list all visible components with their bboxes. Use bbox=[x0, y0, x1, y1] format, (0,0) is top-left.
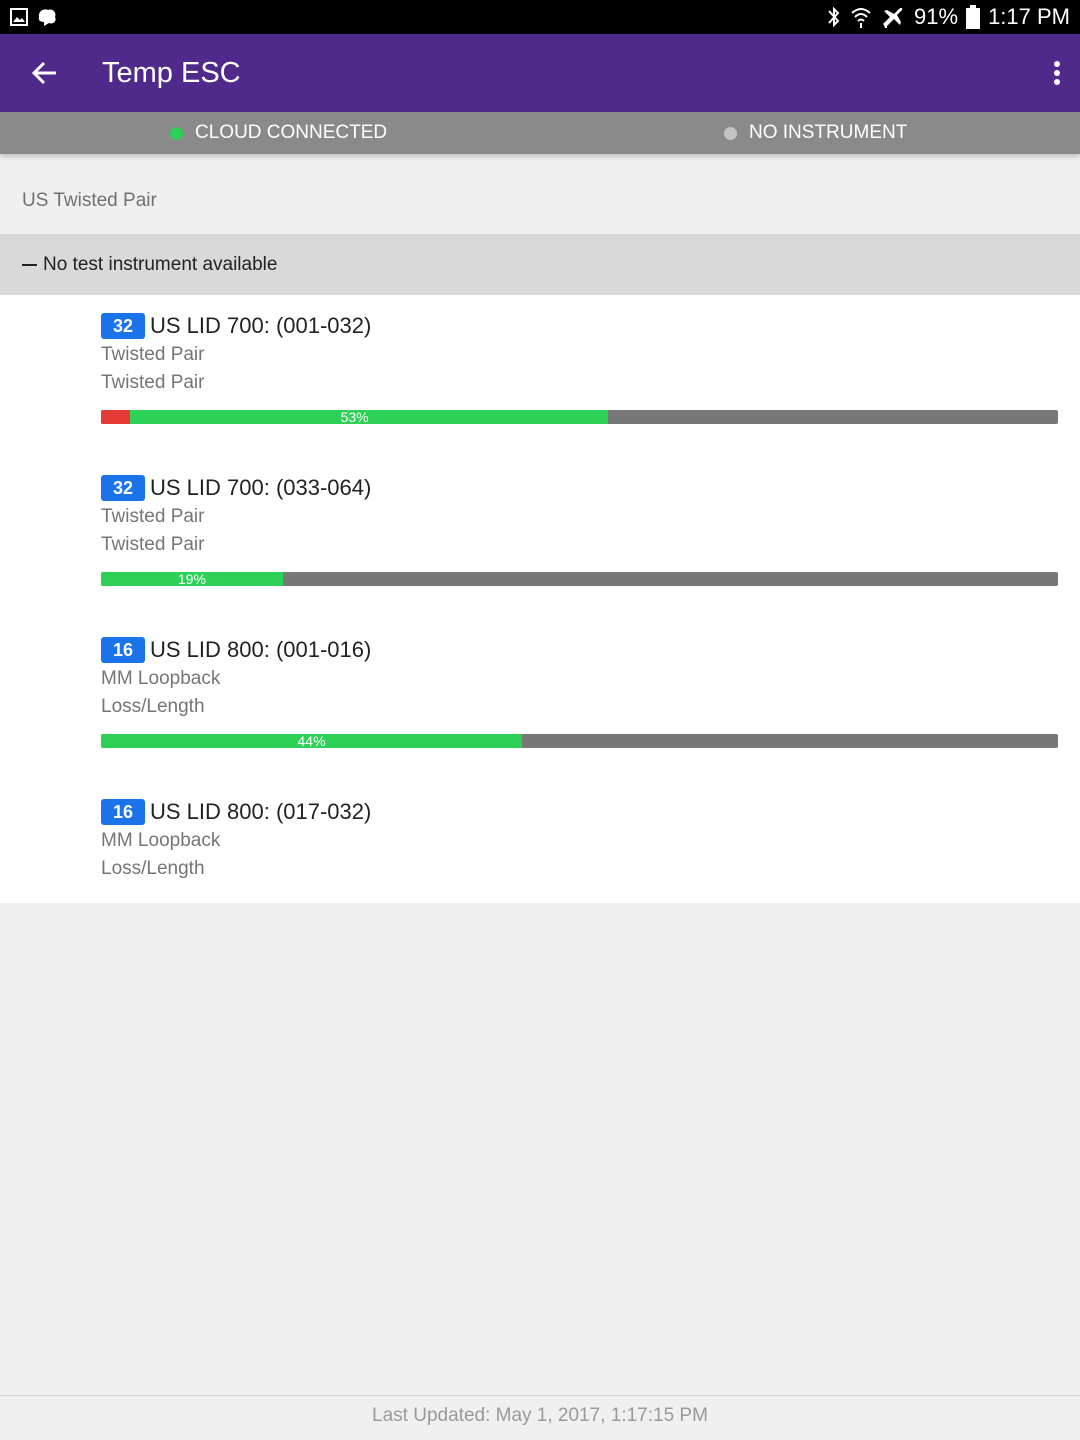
item-title: US LID 800: (001-016) bbox=[150, 637, 372, 662]
app-bar: Temp ESC bbox=[0, 34, 1080, 112]
airplane-mode-icon bbox=[880, 5, 906, 29]
status-bar: 91% 1:17 PM bbox=[0, 0, 1080, 34]
gallery-icon bbox=[10, 8, 28, 26]
cloud-status: CLOUD CONNECTED bbox=[170, 112, 387, 154]
count-badge: 32 bbox=[101, 313, 145, 339]
group-header-label: No test instrument available bbox=[43, 253, 278, 275]
project-list: 32 US LID 700: (001-032) Twisted Pair Tw… bbox=[0, 295, 1080, 903]
section-label: US Twisted Pair bbox=[22, 190, 157, 211]
progress-percent: 53% bbox=[340, 410, 369, 424]
instrument-status: NO INSTRUMENT bbox=[724, 112, 907, 154]
item-subtitle: Twisted Pair bbox=[101, 344, 205, 365]
item-subtitle: Twisted Pair bbox=[101, 506, 205, 527]
item-test-type: Twisted Pair bbox=[101, 372, 205, 393]
bluetooth-icon bbox=[826, 5, 842, 29]
cloud-status-label: CLOUD CONNECTED bbox=[195, 122, 388, 143]
instrument-status-label: NO INSTRUMENT bbox=[749, 122, 908, 143]
back-button[interactable] bbox=[0, 34, 90, 112]
page-title: Temp ESC bbox=[102, 56, 241, 89]
count-badge: 16 bbox=[101, 799, 145, 825]
progress-bar: 44% bbox=[101, 734, 1058, 748]
item-test-type: Twisted Pair bbox=[101, 534, 205, 555]
item-test-type: Loss/Length bbox=[101, 696, 205, 717]
progress-percent: 19% bbox=[177, 572, 206, 586]
count-badge: 16 bbox=[101, 637, 145, 663]
progress-fail-segment bbox=[101, 410, 130, 424]
item-title: US LID 800: (017-032) bbox=[150, 799, 372, 824]
item-subtitle: MM Loopback bbox=[101, 830, 221, 851]
progress-bar: 19% bbox=[101, 572, 1058, 586]
item-title-row: 32 US LID 700: (001-032) bbox=[101, 311, 1058, 341]
list-item[interactable]: 32 US LID 700: (001-032) Twisted Pair Tw… bbox=[101, 311, 1058, 424]
clock-time: 1:17 PM bbox=[988, 4, 1070, 29]
instrument-status-dot-icon bbox=[724, 126, 737, 140]
connection-status-bar: CLOUD CONNECTED NO INSTRUMENT bbox=[0, 112, 1080, 154]
item-title-row: 32 US LID 700: (033-064) bbox=[101, 473, 1058, 503]
item-test-type: Loss/Length bbox=[101, 858, 205, 879]
list-item[interactable]: 16 US LID 800: (001-016) MM Loopback Los… bbox=[101, 635, 1058, 748]
overflow-menu-button[interactable] bbox=[1034, 34, 1080, 112]
progress-bar: 53% bbox=[101, 410, 1058, 424]
progress-pass-segment bbox=[129, 410, 609, 424]
progress-percent: 44% bbox=[297, 734, 326, 748]
more-vert-icon bbox=[1054, 61, 1060, 85]
notification-app-icon bbox=[36, 7, 58, 27]
group-header[interactable]: No test instrument available bbox=[0, 234, 1080, 295]
item-title: US LID 700: (001-032) bbox=[150, 313, 372, 338]
item-title-row: 16 US LID 800: (017-032) bbox=[101, 797, 1058, 827]
last-updated: Last Updated: May 1, 2017, 1:17:15 PM bbox=[372, 1405, 708, 1426]
wifi-icon bbox=[850, 5, 872, 29]
status-bar-left bbox=[10, 7, 58, 27]
collapse-icon bbox=[22, 263, 37, 266]
item-title: US LID 700: (033-064) bbox=[150, 475, 372, 500]
item-subtitle: MM Loopback bbox=[101, 668, 221, 689]
battery-icon bbox=[966, 5, 981, 29]
back-arrow-icon bbox=[32, 61, 56, 85]
cloud-status-dot-icon bbox=[170, 126, 183, 140]
status-bar-right: 91% 1:17 PM bbox=[826, 4, 1070, 30]
list-item[interactable]: 32 US LID 700: (033-064) Twisted Pair Tw… bbox=[101, 473, 1058, 586]
battery-percent: 91% bbox=[914, 4, 959, 29]
item-title-row: 16 US LID 800: (001-016) bbox=[101, 635, 1058, 665]
list-item[interactable]: 16 US LID 800: (017-032) MM Loopback Los… bbox=[101, 797, 1058, 883]
count-badge: 32 bbox=[101, 475, 145, 501]
